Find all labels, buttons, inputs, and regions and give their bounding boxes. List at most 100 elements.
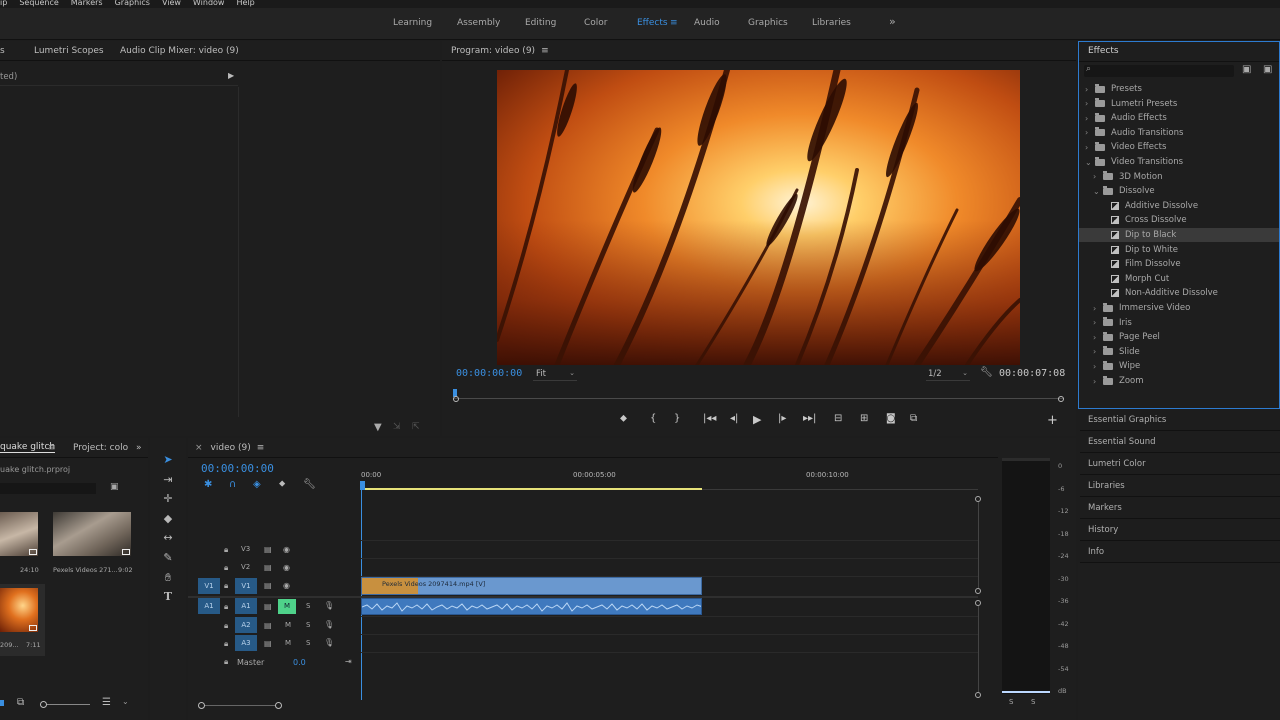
lock-icon[interactable]: 🔒︎	[224, 657, 228, 667]
effect-item[interactable]: Non-Additive Dissolve	[1079, 286, 1279, 300]
add-marker-icon[interactable]: ⬥	[620, 413, 627, 424]
source-patch-a1[interactable]: A1	[198, 598, 220, 614]
lock-icon[interactable]: 🔒︎	[224, 581, 228, 591]
track-target-a1[interactable]: A1	[235, 598, 257, 614]
history-panel[interactable]: History	[1080, 519, 1280, 541]
chevron-right-icon[interactable]: ›	[1093, 377, 1103, 386]
chevron-right-icon[interactable]: ›	[1093, 172, 1103, 181]
effects-folder[interactable]: › Presets	[1079, 82, 1279, 96]
go-to-end-icon[interactable]: ⇥	[345, 657, 352, 666]
mic-icon[interactable]: 🎙︎	[324, 620, 334, 629]
tab-project[interactable]: Project: colo	[73, 443, 128, 453]
effects-folder[interactable]: ⌄ Video Transitions	[1079, 155, 1279, 169]
sync-lock-icon[interactable]: ▤	[264, 545, 272, 554]
resolution-dropdown[interactable]: 1/2 ⌄	[926, 367, 970, 381]
timeline-zoom-scrollbar[interactable]	[198, 702, 282, 709]
effects-folder[interactable]: › Lumetri Presets	[1079, 97, 1279, 111]
time-ruler[interactable]: 00:00 00:00:05:00 00:00:10:00	[360, 466, 978, 492]
effects-folder[interactable]: › Page Peel	[1079, 330, 1279, 344]
workspace-tab-editing[interactable]: Editing	[525, 18, 556, 28]
ripple-edit-tool-icon[interactable]: ✛	[161, 492, 175, 506]
menu-item[interactable]: Help	[236, 0, 254, 8]
overflow-icon[interactable]: »	[136, 443, 142, 453]
project-search-input[interactable]	[0, 483, 96, 494]
video-clip[interactable]: Pexels Videos 2097414.mp4 [V]	[361, 577, 702, 595]
tab-bin[interactable]: quake glitch	[0, 442, 56, 453]
mute-button[interactable]: M	[285, 639, 291, 647]
clip-thumbnail-2[interactable]	[53, 512, 131, 556]
step-forward-icon[interactable]: |▸	[778, 413, 786, 424]
camera-icon[interactable]: ◙	[886, 413, 896, 424]
program-scrubber[interactable]	[453, 389, 1064, 403]
effects-folder[interactable]: › Audio Effects	[1079, 111, 1279, 125]
playhead-marker[interactable]	[360, 481, 365, 490]
play-icon[interactable]: ▶	[753, 413, 761, 426]
workspace-tab-color[interactable]: Color	[584, 18, 608, 28]
effects-folder[interactable]: › Immersive Video	[1079, 301, 1279, 315]
new-bin-icon[interactable]: ▣	[1242, 64, 1251, 75]
essential-graphics-panel[interactable]: Essential Graphics	[1080, 409, 1280, 431]
filter-icon[interactable]: ▼	[374, 422, 382, 433]
snap-icon[interactable]: ∩	[229, 479, 236, 490]
effect-item[interactable]: Film Dissolve	[1079, 257, 1279, 271]
effects-folder[interactable]: › Zoom	[1079, 374, 1279, 388]
chevron-down-icon[interactable]: ⌄	[1085, 158, 1095, 167]
chevron-right-icon[interactable]: ›	[1085, 128, 1095, 137]
timeline-timecode[interactable]: 00:00:00:00	[201, 462, 274, 475]
new-preset-bin-icon[interactable]: ▣	[1263, 64, 1272, 75]
chevron-down-icon[interactable]: ⌄	[122, 697, 129, 706]
program-monitor-title[interactable]: Program: video (9)	[451, 46, 535, 56]
add-button-icon[interactable]: +	[1047, 413, 1058, 428]
menu-item[interactable]: Graphics	[115, 0, 150, 8]
new-bin-icon[interactable]: ▣	[110, 482, 119, 492]
tab-source[interactable]: s	[0, 46, 5, 56]
solo-button[interactable]: S	[306, 602, 310, 610]
chevron-right-icon[interactable]: ›	[1093, 362, 1103, 371]
program-timecode[interactable]: 00:00:00:00	[456, 368, 522, 379]
workspace-tab-libraries[interactable]: Libraries	[812, 18, 851, 28]
hand-tool-icon[interactable]: ✋︎	[161, 571, 175, 585]
razor-tool-icon[interactable]: ◆	[161, 512, 175, 526]
panel-menu-icon[interactable]: ≡	[48, 443, 56, 453]
sync-lock-icon[interactable]: ▤	[264, 563, 272, 572]
eye-icon[interactable]: ◉	[283, 563, 290, 572]
sort-icon[interactable]: ☰	[102, 697, 111, 708]
effects-folder[interactable]: › Video Effects	[1079, 140, 1279, 154]
workspace-overflow-button[interactable]: »	[889, 15, 896, 28]
close-icon[interactable]: ×	[195, 443, 203, 453]
track-target-a3[interactable]: A3	[235, 635, 257, 651]
libraries-panel[interactable]: Libraries	[1080, 475, 1280, 497]
chevron-right-icon[interactable]: ›	[1085, 143, 1095, 152]
chevron-right-icon[interactable]: ›	[1085, 99, 1095, 108]
pen-tool-icon[interactable]: ✎	[161, 551, 175, 565]
sequence-tab[interactable]: video (9)	[211, 443, 251, 453]
essential-sound-panel[interactable]: Essential Sound	[1080, 431, 1280, 453]
program-video-frame[interactable]	[497, 70, 1020, 365]
effect-item[interactable]: Morph Cut	[1079, 272, 1279, 286]
track-target-v1[interactable]: V1	[235, 578, 257, 594]
info-panel[interactable]: Info	[1080, 541, 1280, 563]
tab-lumetri-scopes[interactable]: Lumetri Scopes	[34, 46, 104, 56]
tab-audio-clip-mixer[interactable]: Audio Clip Mixer: video (9)	[120, 46, 239, 56]
sync-lock-icon[interactable]: ▤	[264, 581, 272, 590]
chevron-right-icon[interactable]: ›	[1093, 304, 1103, 313]
extract-icon[interactable]: ⊞	[860, 413, 868, 424]
mic-icon[interactable]: 🎙︎	[324, 638, 334, 647]
lock-icon[interactable]: 🔒︎	[224, 563, 228, 573]
audio-scrollbar[interactable]	[978, 606, 979, 692]
chevron-right-icon[interactable]: ›	[1085, 114, 1095, 123]
type-tool-icon[interactable]: T	[161, 590, 175, 604]
effect-item[interactable]: Cross Dissolve	[1079, 213, 1279, 227]
effects-search-input[interactable]: ⌕	[1084, 64, 1234, 77]
effects-folder[interactable]: › Slide	[1079, 345, 1279, 359]
sync-lock-icon[interactable]: ▤	[264, 621, 272, 630]
step-back-icon[interactable]: ◂|	[730, 413, 738, 424]
panel-menu-icon[interactable]: ≡	[257, 443, 265, 453]
eye-icon[interactable]: ◉	[283, 545, 290, 554]
menu-item[interactable]: Window	[193, 0, 225, 8]
eye-icon[interactable]: ◉	[283, 581, 290, 590]
chevron-right-icon[interactable]: ›	[1093, 318, 1103, 327]
icon-view-icon[interactable]: ⧉	[17, 697, 24, 708]
mic-icon[interactable]: 🎙︎	[324, 601, 334, 610]
menu-item[interactable]: Markers	[71, 0, 103, 8]
